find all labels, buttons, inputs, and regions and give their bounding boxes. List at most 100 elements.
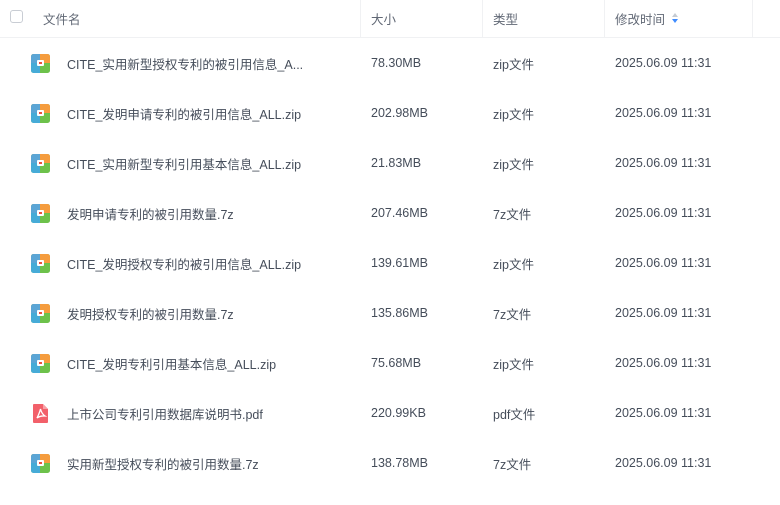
file-size-text: 139.61MB: [371, 256, 428, 270]
column-header-name[interactable]: 文件名: [43, 0, 81, 37]
column-divider[interactable]: [482, 0, 483, 37]
file-type-text: zip文件: [493, 157, 534, 172]
file-name-text: CITE_实用新型授权专利的被引用信息_A...: [67, 57, 304, 72]
file-name-text: 上市公司专利引用数据库说明书.pdf: [67, 407, 263, 422]
select-all-checkbox[interactable]: [10, 10, 23, 23]
column-header-type-label: 类型: [493, 13, 519, 27]
file-type: zip文件: [493, 38, 534, 88]
file-size: 75.68MB: [371, 338, 421, 388]
column-divider[interactable]: [604, 0, 605, 37]
file-modified: 2025.06.09 11:31: [615, 388, 711, 438]
file-type-text: 7z文件: [493, 457, 532, 472]
archive-icon: [31, 304, 50, 323]
file-modified-text: 2025.06.09 11:31: [615, 406, 712, 420]
file-modified: 2025.06.09 11:31: [615, 238, 711, 288]
column-divider[interactable]: [360, 0, 361, 37]
file-name[interactable]: 实用新型授权专利的被引用数量.7z: [67, 438, 259, 488]
file-type: 7z文件: [493, 438, 531, 488]
file-name[interactable]: CITE_发明授权专利的被引用信息_ALL.zip: [67, 238, 301, 288]
file-size: 207.46MB: [371, 188, 428, 238]
file-modified: 2025.06.09 11:31: [615, 338, 711, 388]
archive-icon: [31, 254, 50, 273]
table-row[interactable]: CITE_实用新型授权专利的被引用信息_A... 78.30MB zip文件 2025…: [0, 38, 780, 88]
file-type: 7z文件: [493, 288, 531, 338]
file-size: 135.86MB: [371, 288, 428, 338]
file-name[interactable]: CITE_实用新型专利引用基本信息_ALL.zip: [67, 138, 301, 188]
file-modified: 2025.06.09 11:31: [615, 38, 711, 88]
archive-icon: [31, 104, 50, 123]
file-type-text: 7z文件: [493, 207, 532, 222]
file-modified: 2025.06.09 11:31: [615, 188, 711, 238]
archive-icon: [31, 454, 50, 473]
file-name-text: 发明申请专利的被引用数量.7z: [67, 207, 234, 222]
column-header-size-label: 大小: [371, 13, 397, 27]
file-name[interactable]: CITE_发明申请专利的被引用信息_ALL.zip: [67, 88, 301, 138]
table-row[interactable]: 上市公司专利引用数据库说明书.pdf 220.99KB pdf文件 2025.06.0…: [0, 388, 780, 438]
file-type-text: zip文件: [493, 357, 534, 372]
file-size-text: 78.30MB: [371, 56, 422, 70]
file-rows: CITE_实用新型授权专利的被引用信息_A... 78.30MB zip文件 2025…: [0, 38, 780, 488]
file-type: pdf文件: [493, 388, 535, 438]
file-modified: 2025.06.09 11:31: [615, 138, 711, 188]
file-modified-text: 2025.06.09 11:31: [615, 256, 712, 270]
file-modified-text: 2025.06.09 11:31: [615, 356, 712, 370]
file-name[interactable]: 上市公司专利引用数据库说明书.pdf: [67, 388, 263, 438]
file-modified-text: 2025.06.09 11:31: [615, 456, 712, 470]
column-divider[interactable]: [752, 0, 753, 37]
table-row[interactable]: CITE_发明申请专利的被引用信息_ALL.zip 202.98MB zip文件 20…: [0, 88, 780, 138]
file-modified-text: 2025.06.09 11:31: [615, 56, 712, 70]
table-row[interactable]: 实用新型授权专利的被引用数量.7z 138.78MB 7z文件 2025.06.09 …: [0, 438, 780, 488]
file-modified-text: 2025.06.09 11:31: [615, 106, 712, 120]
column-header-size[interactable]: 大小: [371, 0, 396, 37]
file-size: 21.83MB: [371, 138, 421, 188]
file-size-text: 135.86MB: [371, 306, 428, 320]
column-header-modified[interactable]: 修改时间: [615, 0, 679, 37]
file-size-text: 21.83MB: [371, 156, 422, 170]
archive-icon: [31, 354, 50, 373]
table-row[interactable]: 发明申请专利的被引用数量.7z 207.46MB 7z文件 2025.06.09 11…: [0, 188, 780, 238]
file-name[interactable]: CITE_发明专利引用基本信息_ALL.zip: [67, 338, 276, 388]
archive-icon: [31, 54, 50, 73]
archive-icon: [31, 154, 50, 173]
file-type: zip文件: [493, 88, 534, 138]
column-header-type[interactable]: 类型: [493, 0, 518, 37]
table-row[interactable]: 发明授权专利的被引用数量.7z 135.86MB 7z文件 2025.06.09 11…: [0, 288, 780, 338]
file-type-text: zip文件: [493, 57, 534, 72]
column-header-modified-label: 修改时间: [615, 13, 666, 27]
file-name-text: 实用新型授权专利的被引用数量.7z: [67, 457, 259, 472]
file-name[interactable]: 发明申请专利的被引用数量.7z: [67, 188, 234, 238]
file-size-text: 220.99KB: [371, 406, 426, 420]
sort-icon[interactable]: [671, 12, 679, 25]
column-header-name-label: 文件名: [43, 13, 81, 27]
file-size-text: 202.98MB: [371, 106, 428, 120]
file-modified: 2025.06.09 11:31: [615, 438, 711, 488]
file-type: zip文件: [493, 138, 534, 188]
table-header: 文件名 大小 类型 修改时间: [0, 0, 780, 38]
file-name-text: CITE_发明申请专利的被引用信息_ALL.zip: [67, 107, 302, 122]
file-type-text: 7z文件: [493, 307, 532, 322]
file-size-text: 138.78MB: [371, 456, 428, 470]
file-type-text: zip文件: [493, 257, 534, 272]
file-type-text: pdf文件: [493, 407, 536, 422]
file-size: 78.30MB: [371, 38, 421, 88]
file-modified: 2025.06.09 11:31: [615, 288, 711, 338]
file-type: 7z文件: [493, 188, 531, 238]
file-name-text: 发明授权专利的被引用数量.7z: [67, 307, 234, 322]
file-type-text: zip文件: [493, 107, 534, 122]
table-row[interactable]: CITE_发明授权专利的被引用信息_ALL.zip 139.61MB zip文件 20…: [0, 238, 780, 288]
file-name[interactable]: CITE_实用新型授权专利的被引用信息_A...: [67, 38, 303, 88]
table-row[interactable]: CITE_发明专利引用基本信息_ALL.zip 75.68MB zip文件 2025.…: [0, 338, 780, 388]
file-list: 文件名 大小 类型 修改时间 CITE_实用新型授权专利的被引用信息_A... 7…: [0, 0, 780, 488]
pdf-icon: [33, 404, 48, 423]
table-row[interactable]: CITE_实用新型专利引用基本信息_ALL.zip 21.83MB zip文件 202…: [0, 138, 780, 188]
file-name[interactable]: 发明授权专利的被引用数量.7z: [67, 288, 234, 338]
file-type: zip文件: [493, 338, 534, 388]
file-size: 138.78MB: [371, 438, 428, 488]
file-name-text: CITE_发明专利引用基本信息_ALL.zip: [67, 357, 277, 372]
file-modified-text: 2025.06.09 11:31: [615, 306, 712, 320]
file-name-text: CITE_实用新型专利引用基本信息_ALL.zip: [67, 157, 302, 172]
file-name-text: CITE_发明授权专利的被引用信息_ALL.zip: [67, 257, 302, 272]
file-size-text: 75.68MB: [371, 356, 422, 370]
file-type: zip文件: [493, 238, 534, 288]
file-size: 202.98MB: [371, 88, 428, 138]
